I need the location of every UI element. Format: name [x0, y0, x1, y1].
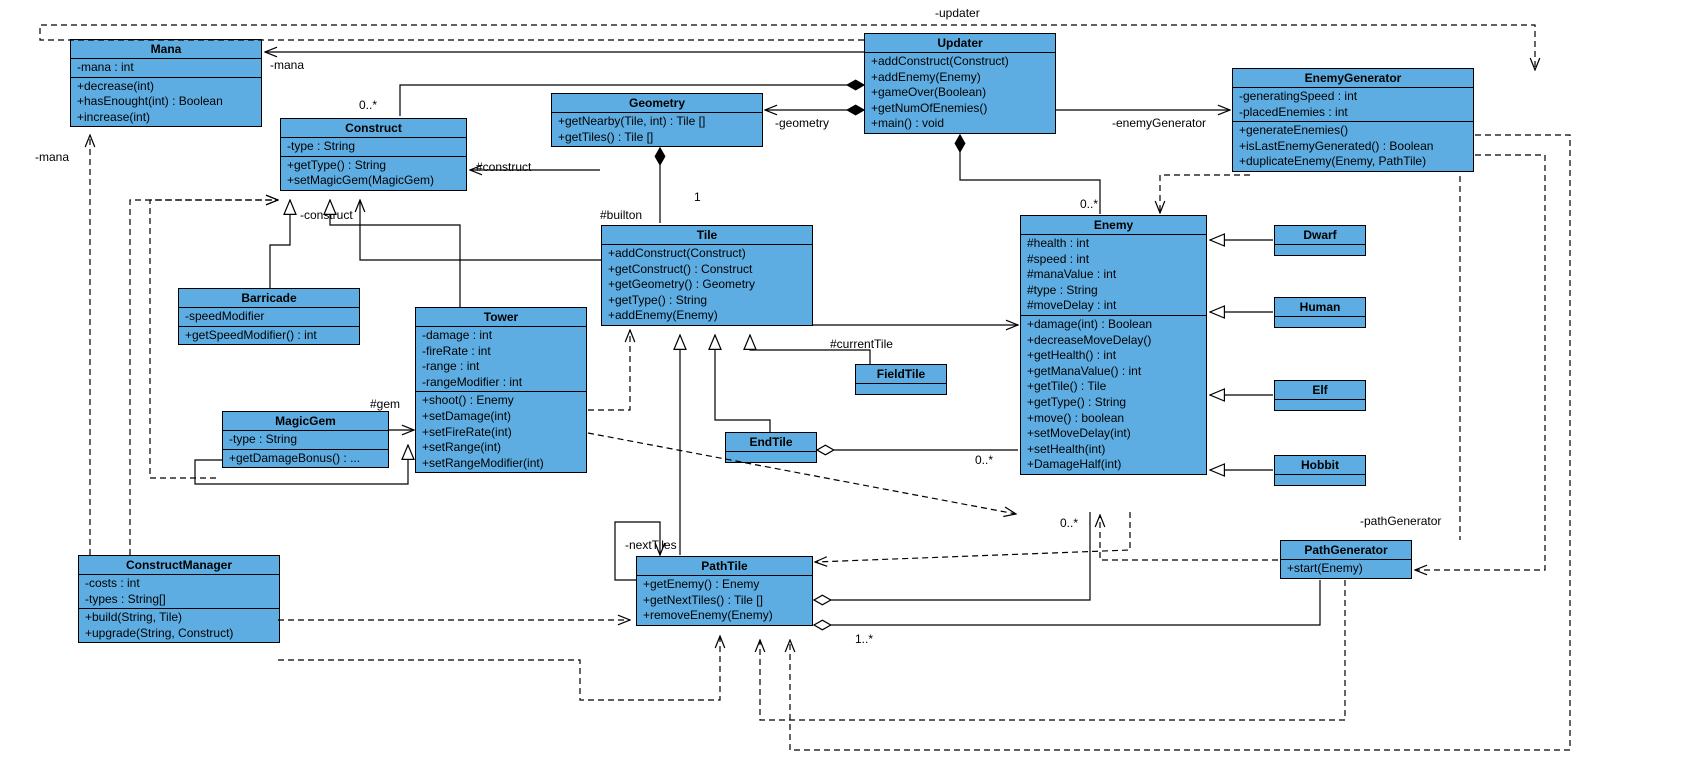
class-EndTile: EndTile [725, 432, 817, 463]
lbl-construct: #construct [476, 160, 531, 174]
class-title: Mana [71, 40, 261, 59]
class-ConstructManager: ConstructManager -costs : int-types : St… [78, 555, 280, 643]
lbl-enemyMult: 0..* [1080, 197, 1098, 211]
class-MagicGem: MagicGem -type : String +getDamageBonus(… [222, 411, 389, 468]
class-PathTile: PathTile +getEnemy() : Enemy+getNextTile… [636, 556, 813, 626]
lbl-enemyGen: -enemyGenerator [1112, 116, 1206, 130]
lbl-construct2: -construct [300, 208, 353, 222]
lbl-geometry: -geometry [775, 116, 829, 130]
class-Human: Human [1274, 297, 1366, 328]
lbl-curTile: #currentTile [830, 337, 893, 351]
lbl-pathMult: 1..* [855, 632, 873, 646]
lbl-gem: #gem [370, 397, 400, 411]
class-Dwarf: Dwarf [1274, 225, 1366, 256]
class-Construct: Construct -type : String +getType() : St… [280, 118, 467, 191]
lbl-updater: -updater [935, 6, 980, 20]
class-FieldTile: FieldTile [855, 364, 947, 395]
lbl-enemyMult2: 0..* [1060, 516, 1078, 530]
class-Tile: Tile +addConstruct(Construct)+getConstru… [601, 225, 813, 326]
class-PathGenerator: PathGenerator +start(Enemy) [1280, 540, 1412, 579]
class-Enemy: Enemy #health : int#speed : int#manaValu… [1020, 215, 1207, 475]
class-Tower: Tower -damage : int-fireRate : int-range… [415, 307, 587, 473]
class-Mana: Mana -mana : int +decrease(int)+hasEnoug… [70, 39, 262, 127]
lbl-mana: -mana [270, 58, 304, 72]
class-EnemyGenerator: EnemyGenerator -generatingSpeed : int-pl… [1232, 68, 1474, 172]
lbl-endMult: 0..* [975, 453, 993, 467]
class-Geometry: Geometry +getNearby(Tile, int) : Tile []… [551, 93, 763, 147]
lbl-constr-mult: 0..* [359, 98, 377, 112]
lbl-pathGen: -pathGenerator [1360, 514, 1441, 528]
lbl-mana2: -mana [35, 150, 69, 164]
class-Barricade: Barricade -speedModifier +getSpeedModifi… [178, 288, 360, 345]
class-Updater: Updater +addConstruct(Construct)+addEnem… [864, 33, 1056, 134]
lbl-one: 1 [694, 190, 701, 204]
class-Hobbit: Hobbit [1274, 455, 1366, 486]
lbl-builton: #builton [600, 208, 642, 222]
lbl-nextTiles: -nextTiles [625, 538, 677, 552]
class-Elf: Elf [1274, 380, 1366, 411]
